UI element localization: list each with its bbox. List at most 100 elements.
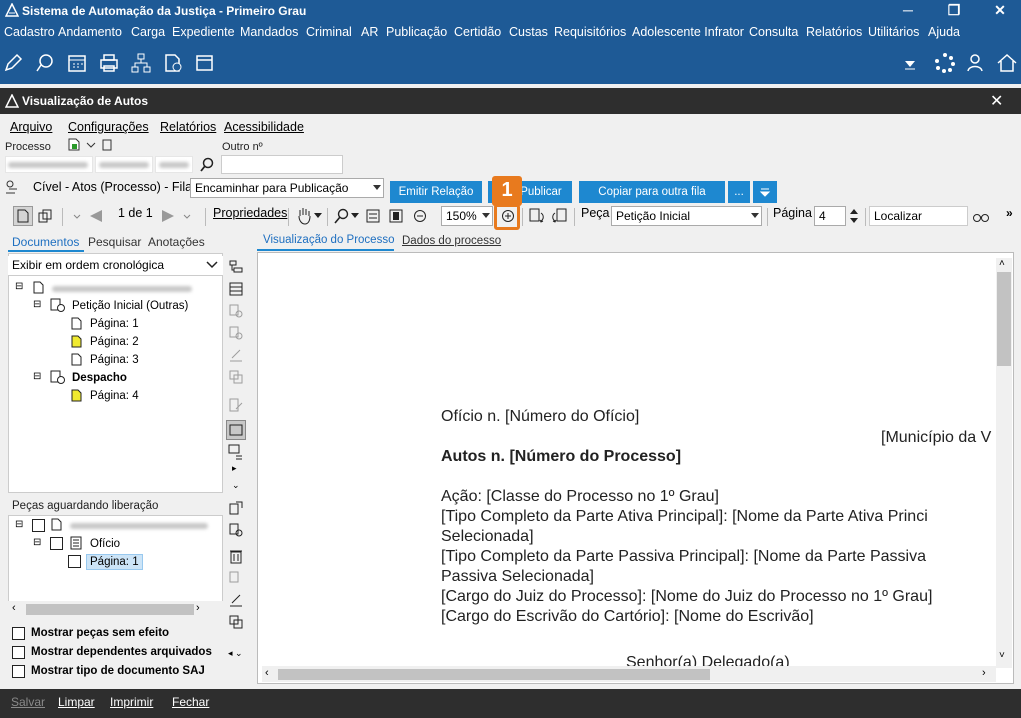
pending-oficio[interactable]: Ofício [90,538,120,550]
pending-page-1[interactable]: Página: 1 [86,554,143,570]
menu-mandados[interactable]: Mandados [240,25,298,39]
printer-icon[interactable] [98,52,120,74]
collapse-toggle[interactable]: ⊟ [15,519,23,530]
tab-anotacoes[interactable]: Anotações [148,235,205,249]
clipboard-icon[interactable] [101,138,113,151]
scroll-thumb[interactable] [26,604,194,615]
processo-part2-input[interactable] [95,156,153,173]
calendar-icon[interactable] [66,52,88,74]
tree-peticao-inicial[interactable]: Petição Inicial (Outras) [72,300,188,312]
menu-publicacao[interactable]: Publicação [386,25,447,39]
filter-dropdown-button[interactable] [753,181,777,203]
menu-ajuda[interactable]: Ajuda [928,25,960,39]
menu-expediente[interactable]: Expediente [172,25,235,39]
users-icon[interactable] [966,52,988,74]
rotate-left-icon[interactable] [528,207,546,225]
scroll-arrows-icon[interactable]: ◂ ⌄ [228,648,243,659]
trash-icon[interactable] [228,548,244,564]
scroll-down-icon[interactable]: ⌄ [232,480,240,491]
fit-page-icon[interactable] [389,209,403,223]
expand-arrow-icon[interactable]: ▸ [232,463,237,474]
tree-page-2[interactable]: Página: 2 [90,336,139,348]
next-page-icon[interactable] [160,209,176,223]
tab-documentos[interactable]: Documentos [12,235,79,249]
zoom-out-icon[interactable] [413,209,427,223]
menu-adolescente-infrator[interactable]: Adolescente Infrator [632,25,744,39]
thumbnail-icon[interactable] [228,444,244,460]
limpar-button[interactable]: Limpar [58,695,95,709]
menu-andamento[interactable]: Andamento [58,25,122,39]
restore-button[interactable]: ❐ [932,0,976,22]
chevron-down-icon[interactable] [182,211,192,221]
collapse-toggle[interactable]: ⊟ [15,281,23,292]
fechar-button[interactable]: Fechar [172,695,209,709]
fila-select[interactable]: Encaminhar para Publicação [190,178,384,198]
collapse-toggle[interactable]: ⊟ [33,537,41,548]
list-icon[interactable] [228,281,244,297]
pages-icon[interactable] [38,209,52,223]
menu-cadastro[interactable]: Cadastro [4,25,55,39]
close-app-button[interactable]: ✕ [978,0,1021,22]
pending-page-checkbox[interactable] [68,555,81,568]
more-options-button[interactable]: ... [728,181,750,203]
collapse-toggle[interactable]: ⊟ [33,299,41,310]
scroll-thumb[interactable] [278,669,710,680]
menu-certidao[interactable]: Certidão [454,25,501,39]
chevron-down-icon[interactable] [72,211,82,221]
chevron-down-icon[interactable] [351,213,359,219]
submenu-arquivo[interactable]: Arquivo [10,120,52,134]
scroll-up-icon[interactable]: ˄ [999,258,1005,269]
new-document-icon[interactable] [67,138,81,151]
submenu-configuracoes[interactable]: Configurações [68,120,149,134]
binoculars-icon[interactable] [972,209,990,223]
viewer-vscroll[interactable]: ˄ ˅ [996,258,1012,668]
zoom-select[interactable]: 150% [441,206,493,226]
peca-select[interactable]: Petição Inicial [611,206,762,226]
pending-root-checkbox[interactable] [32,519,45,532]
localizar-input[interactable]: Localizar [869,206,968,226]
menu-criminal[interactable]: Criminal [306,25,352,39]
tree-despacho[interactable]: Despacho [72,372,127,384]
processo-part3-input[interactable] [155,156,193,173]
oficio-checkbox[interactable] [50,537,63,550]
menu-utilitarios[interactable]: Utilitários [868,25,919,39]
hand-icon[interactable] [296,207,312,225]
viewer-hscroll[interactable]: ‹ › [262,666,996,682]
propriedades-button[interactable]: Propriedades [213,206,287,220]
pending-hscroll[interactable]: ‹ › [8,601,223,618]
transfer-icon[interactable] [228,500,244,516]
chat-search-icon[interactable] [34,52,56,74]
zoom-icon[interactable] [334,208,350,224]
fit-width-icon[interactable] [366,209,380,223]
mostrar-sem-efeito-checkbox[interactable] [12,627,25,640]
scroll-left-icon[interactable]: ‹ [12,602,16,614]
scroll-thumb[interactable] [997,272,1011,366]
scroll-right-icon[interactable]: › [196,602,200,614]
view-mode-button[interactable] [226,420,246,440]
pagina-input[interactable]: 4 [814,206,846,226]
processo-part1-input[interactable] [5,156,93,173]
search-icon[interactable] [200,157,215,172]
submenu-relatorios[interactable]: Relatórios [160,120,216,134]
folder-icon[interactable] [194,52,216,74]
chevron-down-icon[interactable] [314,213,322,219]
submenu-acessibilidade[interactable]: Acessibilidade [224,120,304,134]
copiar-outra-fila-button[interactable]: Copiar para outra fila [579,181,725,203]
hierarchy-icon[interactable] [130,52,152,74]
menu-requisitorios[interactable]: Requisitórios [554,25,626,39]
rotate-right-icon[interactable] [550,207,568,225]
dropdown-icon[interactable] [902,52,918,74]
tab-dados-processo[interactable]: Dados do processo [402,235,501,247]
tree-page-4[interactable]: Página: 4 [90,390,139,402]
order-select[interactable]: Exibir em ordem cronológica [8,256,223,276]
close-window-button[interactable]: ✕ [990,91,1003,111]
select-mode-button[interactable] [13,206,33,226]
tree-view-icon[interactable] [228,259,244,275]
menu-carga[interactable]: Carga [131,25,165,39]
minimize-button[interactable]: ─ [886,0,930,22]
chevron-down-icon[interactable] [86,140,96,150]
tab-pesquisar[interactable]: Pesquisar [88,235,141,249]
spinner-icon[interactable] [849,207,859,225]
emitir-relacao-button[interactable]: Emitir Relação [390,181,482,203]
menu-relatorios[interactable]: Relatórios [806,25,862,39]
